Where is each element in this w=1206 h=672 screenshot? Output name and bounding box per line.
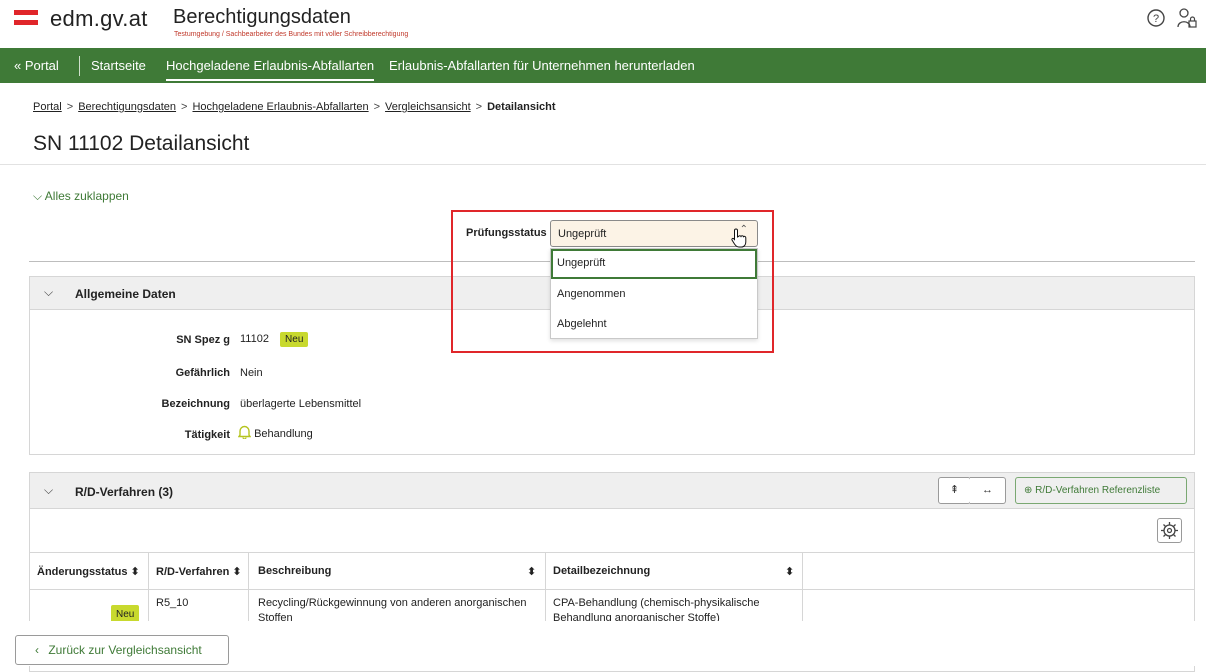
table-row-code: R5_10	[156, 597, 189, 609]
breadcrumb-separator: >	[66, 101, 74, 113]
back-to-comparison-button[interactable]: ‹ Zurück zur Vergleichsansicht	[15, 635, 229, 665]
chevron-down-icon: ⌵	[44, 483, 54, 497]
user-icon[interactable]	[1175, 6, 1199, 30]
column-header-detailbezeichnung[interactable]: Detailbezeichnung	[553, 552, 650, 590]
main-nav: « Portal Startseite Hochgeladene Erlaubn…	[0, 48, 1206, 83]
highlight-box	[451, 210, 774, 353]
collapse-rows-button[interactable]: ⇞	[938, 477, 971, 504]
collapse-all-label: Alles zuklappen	[44, 189, 129, 203]
nav-portal[interactable]: « Portal	[14, 48, 59, 83]
breadcrumb-berechtigungsdaten[interactable]: Berechtigungsdaten	[78, 101, 176, 113]
table-border	[802, 552, 803, 627]
bell-icon	[237, 425, 252, 440]
nav-startseite[interactable]: Startseite	[91, 48, 146, 83]
breadcrumb-portal[interactable]: Portal	[33, 101, 62, 113]
sort-icon: ⬍	[232, 566, 242, 578]
referenzliste-button[interactable]: ⊕ R/D-Verfahren Referenzliste	[1015, 477, 1187, 504]
field-label-gefaehrlich: Gefährlich	[175, 367, 230, 379]
field-label-sn-spez: SN Spez g	[176, 334, 230, 346]
nav-herunterladen[interactable]: Erlaubnis-Abfallarten für Unternehmen he…	[389, 48, 695, 83]
breadcrumb-hochgeladene[interactable]: Hochgeladene Erlaubnis-Abfallarten	[192, 101, 368, 113]
breadcrumb-separator: >	[373, 101, 381, 113]
chevron-left-icon: ‹	[35, 643, 39, 657]
divider	[0, 164, 1206, 165]
collapse-all-link[interactable]: ⌵ Alles zuklappen	[33, 189, 129, 204]
arrow-circle-right-icon: ⊕	[1024, 485, 1033, 496]
rd-verfahren-title: R/D-Verfahren (3)	[75, 485, 174, 499]
field-value-taetigkeit: Behandlung	[237, 425, 313, 440]
chevron-down-icon: ⌵	[44, 285, 54, 299]
sort-icon[interactable]: ⬍	[785, 552, 794, 590]
page-title: SN 11102 Detailansicht	[33, 132, 250, 155]
breadcrumb-current: Detailansicht	[487, 101, 556, 113]
column-header-rd-verfahren[interactable]: R/D-Verfahren ⬍	[156, 552, 242, 590]
brand-name[interactable]: edm.gv.at	[50, 6, 148, 32]
table-settings-button[interactable]	[1157, 518, 1182, 543]
sn-spez-value: 11102	[240, 333, 269, 345]
allgemeine-daten-title: Allgemeine Daten	[75, 287, 176, 301]
nav-separator	[79, 56, 80, 76]
table-border	[148, 552, 149, 627]
arrows-horizontal-icon: ↔	[982, 484, 993, 496]
sort-icon[interactable]: ⬍	[527, 552, 536, 590]
breadcrumb-separator: >	[181, 101, 188, 113]
field-label-bezeichnung: Bezeichnung	[161, 398, 230, 410]
compress-icon: ⇞	[949, 484, 960, 496]
gear-icon	[1161, 522, 1178, 539]
field-value-bezeichnung: überlagerte Lebensmittel	[240, 398, 362, 410]
nav-hochgeladene[interactable]: Hochgeladene Erlaubnis-Abfallarten	[166, 48, 375, 81]
column-header-beschreibung[interactable]: Beschreibung	[258, 552, 331, 590]
column-header-label: Änderungsstatus	[37, 566, 128, 578]
breadcrumb: Portal > Berechtigungsdaten > Hochgeladene E…	[33, 101, 556, 113]
table-border	[545, 552, 546, 627]
svg-text:?: ?	[1153, 13, 1159, 25]
column-header-label: R/D-Verfahren	[156, 566, 230, 578]
app-subtitle: Testumgebung / Sachbearbeiter des Bundes…	[174, 31, 409, 38]
column-header-aenderungsstatus[interactable]: Änderungsstatus ⬍	[37, 552, 140, 590]
back-button-label: Zurück zur Vergleichsansicht	[48, 643, 202, 657]
field-value-gefaehrlich: Nein	[240, 367, 263, 379]
breadcrumb-separator: >	[475, 101, 483, 113]
help-icon[interactable]: ?	[1146, 8, 1166, 28]
austria-flag-logo	[14, 10, 38, 25]
taetigkeit-value: Behandlung	[254, 428, 313, 440]
breadcrumb-vergleichsansicht[interactable]: Vergleichsansicht	[385, 101, 471, 113]
chevron-down-icon: ⌵	[33, 189, 43, 203]
field-value-sn-spez: 11102 Neu	[240, 332, 309, 347]
status-badge: Neu	[280, 332, 309, 347]
top-bar: edm.gv.at Berechtigungsdaten Testumgebun…	[0, 0, 1206, 48]
field-label-taetigkeit: Tätigkeit	[184, 429, 230, 441]
column-header-label: Beschreibung	[258, 565, 332, 577]
column-header-label: Detailbezeichnung	[553, 565, 651, 577]
table-border	[248, 552, 249, 627]
expand-width-button[interactable]: ↔	[970, 477, 1006, 504]
app-title: Berechtigungsdaten	[173, 6, 351, 28]
sort-icon: ⬍	[130, 566, 140, 578]
referenzliste-label: R/D-Verfahren Referenzliste	[1035, 485, 1161, 496]
